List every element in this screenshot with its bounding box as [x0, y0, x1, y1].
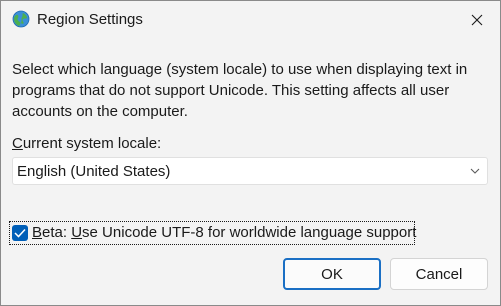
- locale-label-access-key: C: [12, 135, 23, 152]
- system-locale-value: English (United States): [17, 163, 171, 180]
- locale-label-text: urrent system locale:: [22, 135, 162, 152]
- beta-label-middle: eta:: [42, 224, 72, 241]
- ok-button[interactable]: OK: [283, 258, 381, 290]
- current-locale-label: Current system locale:: [12, 135, 161, 153]
- beta-label-underlined: U: [71, 224, 83, 241]
- beta-utf8-label: Beta: Use Unicode UTF-8 for worldwide la…: [32, 224, 416, 242]
- beta-utf8-option[interactable]: Beta: Use Unicode UTF-8 for worldwide la…: [9, 221, 416, 245]
- beta-label-rest: se Unicode UTF-8 for worldwide language …: [82, 224, 417, 241]
- beta-utf8-checkbox[interactable]: [12, 225, 28, 241]
- title-bar: Region Settings: [1, 1, 500, 39]
- close-icon: [471, 14, 483, 26]
- beta-label-access-key: B: [32, 224, 43, 241]
- cancel-button[interactable]: Cancel: [390, 258, 488, 290]
- close-button[interactable]: [454, 1, 500, 39]
- description-text: Select which language (system locale) to…: [12, 61, 468, 120]
- region-settings-dialog: Region Settings Select which language (s…: [0, 0, 501, 306]
- system-locale-dropdown[interactable]: English (United States): [12, 157, 488, 185]
- window-title: Region Settings: [37, 11, 143, 28]
- chevron-down-icon: [470, 168, 480, 174]
- globe-icon: [12, 10, 30, 28]
- checkmark-icon: [14, 228, 26, 238]
